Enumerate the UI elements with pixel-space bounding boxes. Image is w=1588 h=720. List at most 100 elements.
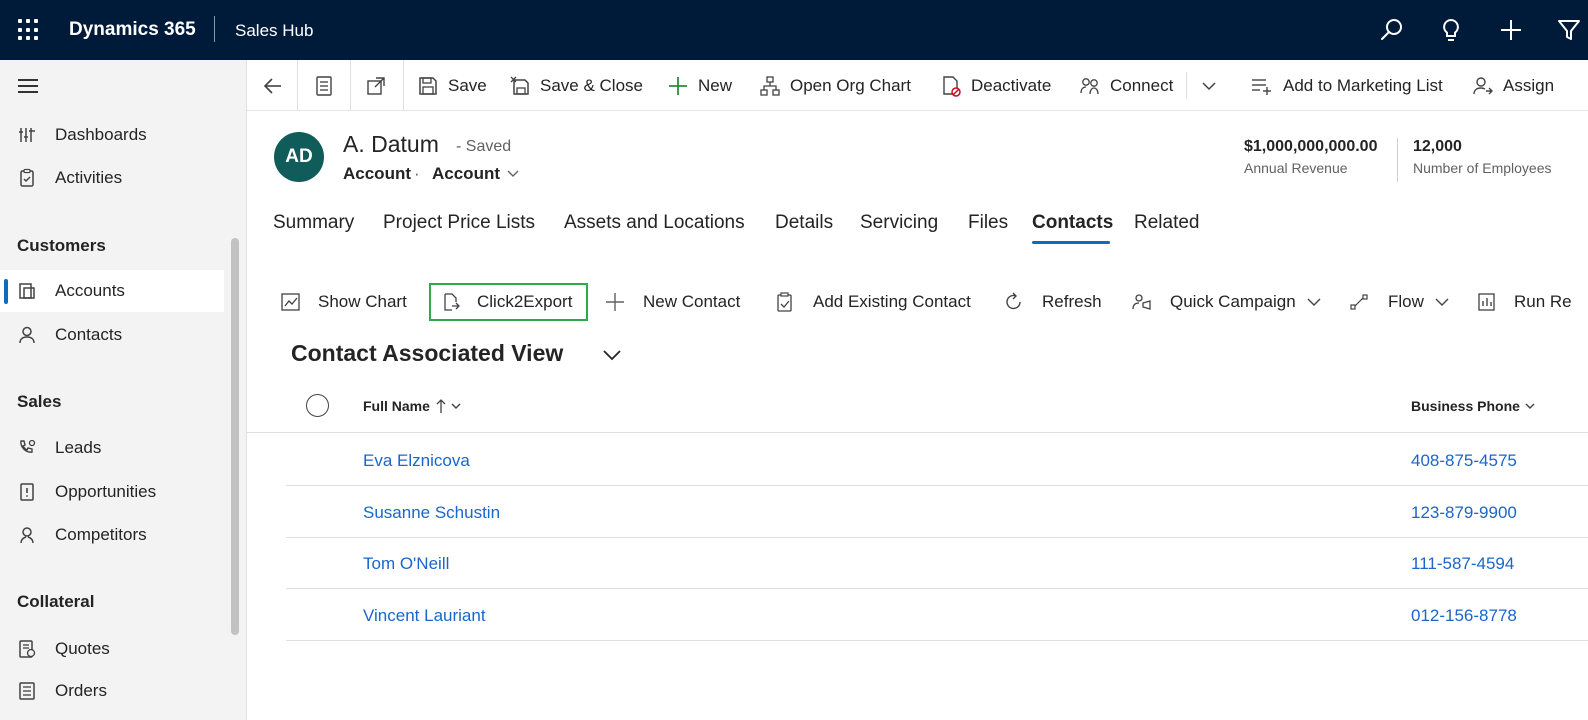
lightbulb-icon[interactable]: [1437, 16, 1465, 44]
view-title[interactable]: Contact Associated View: [291, 340, 563, 367]
dashboard-icon: [19, 128, 35, 142]
sidebar-item-leads[interactable]: Leads: [0, 427, 224, 469]
select-all-checkbox[interactable]: [306, 394, 329, 417]
chevron-down-icon: [1435, 298, 1449, 306]
chevron-down-icon: [507, 170, 519, 177]
sidebar-item-quotes[interactable]: Quotes: [0, 628, 224, 670]
sort-ascending-icon: [436, 399, 446, 413]
order-icon: [19, 682, 35, 700]
run-report-label: Run Re: [1514, 292, 1572, 311]
tab-details[interactable]: Details: [775, 212, 833, 234]
sidebar-item-contacts[interactable]: Contacts: [0, 314, 224, 356]
open-new-window-icon[interactable]: [365, 75, 387, 97]
flow-label: Flow: [1388, 292, 1424, 311]
sidebar-item-label: Quotes: [55, 639, 110, 658]
add-to-marketing-list-button[interactable]: Add to Marketing List: [1251, 72, 1443, 100]
sidebar-item-dashboards[interactable]: Dashboards: [0, 114, 224, 156]
tab-files[interactable]: Files: [968, 212, 1008, 234]
brand-title[interactable]: Dynamics 365: [69, 19, 196, 41]
phone-link[interactable]: 123-879-9900: [1411, 503, 1517, 523]
org-chart-icon: [760, 76, 780, 96]
sidebar-item-orders[interactable]: Orders: [0, 670, 224, 712]
flow-button[interactable]: Flow: [1350, 286, 1450, 318]
marketing-list-label: Add to Marketing List: [1283, 76, 1443, 95]
contact-name-link[interactable]: Vincent Lauriant: [363, 606, 486, 626]
kpi-annual-revenue-value: $1,000,000,000.00: [1244, 138, 1378, 155]
sidebar-item-label: Leads: [55, 438, 102, 457]
contact-name-link[interactable]: Tom O'Neill: [363, 554, 449, 574]
avatar: AD: [274, 132, 324, 182]
phone-link[interactable]: 408-875-4575: [1411, 451, 1517, 471]
view-selector-chevron-icon[interactable]: [602, 347, 622, 363]
sidebar-item-label: Activities: [55, 168, 123, 187]
plus-icon: [669, 77, 687, 95]
deactivate-button[interactable]: Deactivate: [941, 72, 1051, 100]
click2export-button[interactable]: Click2Export: [442, 286, 572, 318]
refresh-label: Refresh: [1042, 292, 1102, 311]
assign-button[interactable]: Assign: [1473, 72, 1554, 100]
app-launcher-icon[interactable]: [18, 19, 40, 41]
form-icon[interactable]: [313, 75, 335, 97]
save-button[interactable]: Save: [418, 72, 487, 100]
tab-summary[interactable]: Summary: [273, 212, 354, 234]
new-button[interactable]: New: [668, 72, 732, 100]
filter-icon[interactable]: [1555, 16, 1583, 44]
phone-link[interactable]: 111-587-4594: [1411, 554, 1514, 574]
search-icon[interactable]: [1378, 16, 1406, 44]
flow-icon: [1350, 294, 1368, 310]
command-bar: Save Save & Close New Open Org Chart Dea…: [247, 60, 1588, 111]
phone-link[interactable]: 012-156-8778: [1411, 606, 1517, 626]
quick-campaign-button[interactable]: Quick Campaign: [1132, 286, 1322, 318]
connect-button[interactable]: Connect: [1080, 72, 1173, 100]
assign-label: Assign: [1503, 76, 1555, 95]
table-row[interactable]: Susanne Schustin 123-879-9900: [286, 486, 1588, 538]
sidebar-item-accounts[interactable]: Accounts: [0, 270, 224, 312]
campaign-icon: [1132, 294, 1151, 310]
contact-name-link[interactable]: Eva Elznicova: [363, 451, 470, 471]
save-close-icon: [510, 76, 529, 95]
show-chart-button[interactable]: Show Chart: [281, 286, 407, 318]
contact-name-link[interactable]: Susanne Schustin: [363, 503, 500, 523]
sidebar-item-competitors[interactable]: Competitors: [0, 514, 224, 556]
plus-icon[interactable]: [1497, 16, 1525, 44]
column-header-label: Full Name: [363, 398, 430, 414]
tab-contacts[interactable]: Contacts: [1032, 212, 1113, 234]
chevron-down-icon[interactable]: [1201, 79, 1217, 93]
sidebar-item-opportunities[interactable]: Opportunities: [0, 471, 224, 513]
assign-person-icon: [1473, 77, 1493, 95]
app-name[interactable]: Sales Hub: [235, 21, 313, 41]
refresh-button[interactable]: Refresh: [1004, 286, 1102, 318]
kpi-divider: [1397, 138, 1398, 182]
column-header-full-name[interactable]: Full Name: [363, 398, 462, 414]
show-chart-label: Show Chart: [318, 292, 407, 311]
deactivate-label: Deactivate: [971, 76, 1052, 95]
sidebar-section-collateral: Collateral: [17, 592, 95, 611]
table-row[interactable]: Vincent Lauriant 012-156-8778: [286, 589, 1588, 641]
add-existing-contact-label: Add Existing Contact: [813, 292, 971, 311]
sidebar-item-activities[interactable]: Activities: [0, 157, 224, 199]
tab-related[interactable]: Related: [1134, 212, 1200, 234]
table-row[interactable]: Eva Elznicova 408-875-4575: [286, 434, 1588, 486]
form-selector[interactable]: Account: [432, 164, 520, 184]
hamburger-menu-icon[interactable]: [18, 79, 38, 93]
chevron-down-icon: [451, 403, 461, 409]
kpi-employees-label: Number of Employees: [1413, 160, 1552, 176]
new-contact-button[interactable]: New Contact: [605, 286, 740, 318]
column-header-business-phone[interactable]: Business Phone: [1411, 398, 1536, 414]
sidebar-item-label: Contacts: [55, 325, 123, 344]
quick-campaign-label: Quick Campaign: [1170, 292, 1296, 311]
table-row[interactable]: Tom O'Neill 111-587-4594: [286, 537, 1588, 589]
run-report-button[interactable]: Run Re: [1478, 286, 1572, 318]
tab-servicing[interactable]: Servicing: [860, 212, 938, 234]
report-icon: [1478, 293, 1495, 311]
open-org-chart-button[interactable]: Open Org Chart: [760, 72, 911, 100]
save-close-button[interactable]: Save & Close: [510, 72, 643, 100]
tab-project-price-lists[interactable]: Project Price Lists: [383, 212, 535, 234]
sidebar-scrollbar[interactable]: [231, 238, 239, 635]
sidebar-section-sales: Sales: [17, 392, 62, 411]
add-existing-contact-button[interactable]: Add Existing Contact: [776, 286, 971, 318]
tab-assets-and-locations[interactable]: Assets and Locations: [564, 212, 745, 234]
export-icon: [444, 293, 460, 311]
back-arrow-icon[interactable]: [262, 75, 284, 97]
org-chart-label: Open Org Chart: [790, 76, 911, 95]
